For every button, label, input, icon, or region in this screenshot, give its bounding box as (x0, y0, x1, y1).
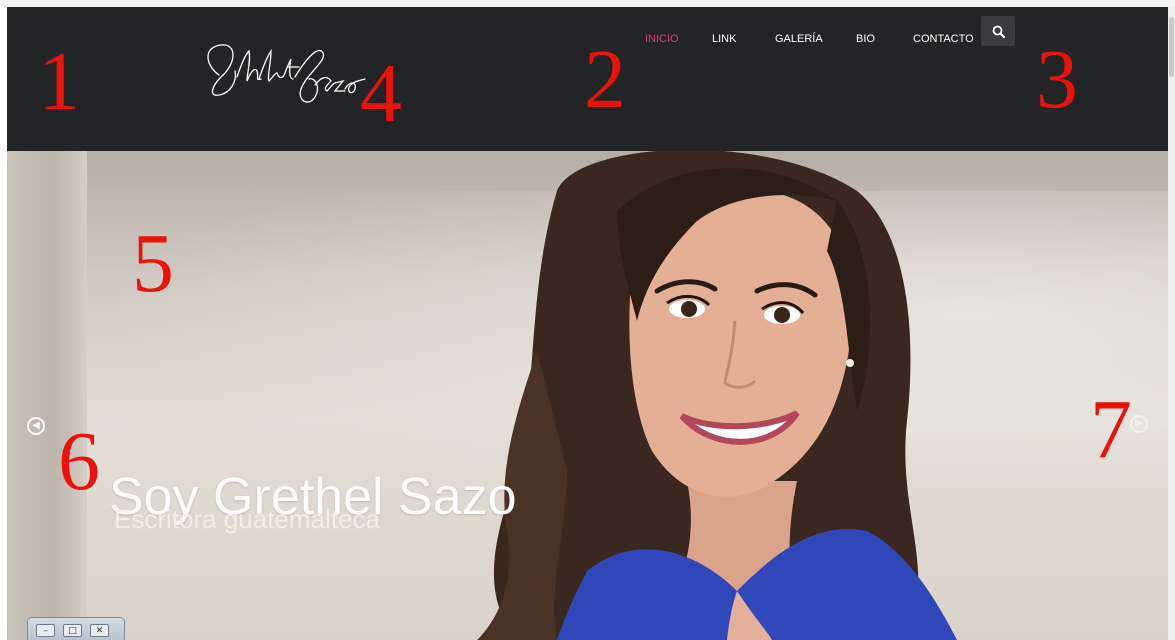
annotation-7: 7 (1090, 383, 1132, 476)
hero-slider: ◀ ▶ Soy Grethel Sazo Escritora guatemalt… (7, 151, 1168, 640)
annotation-2: 2 (584, 33, 626, 126)
nav-item-inicio[interactable]: INICIO (645, 33, 679, 45)
annotation-6: 6 (58, 415, 100, 508)
site-logo[interactable] (197, 37, 367, 117)
hero-background-pillar (7, 151, 87, 640)
annotation-3: 3 (1036, 33, 1078, 126)
maximize-icon[interactable]: □ (63, 624, 82, 637)
hero-subtitle: Escritora guatemalteca (114, 504, 380, 534)
page-scrollbar[interactable] (1168, 7, 1175, 640)
search-button[interactable] (981, 16, 1015, 46)
nav-item-galeria[interactable]: GALERÍA (775, 33, 823, 45)
signature-logo-icon (207, 44, 366, 103)
search-icon (992, 25, 1005, 38)
top-strip (0, 0, 1175, 7)
hero-portrait-image (437, 151, 997, 640)
close-icon[interactable]: ✕ (90, 624, 109, 637)
nav-item-contacto[interactable]: CONTACTO (913, 33, 974, 45)
slider-next-button[interactable]: ▶ (1130, 415, 1148, 433)
scrollbar-thumb[interactable] (1169, 17, 1174, 77)
minimize-icon[interactable]: – (36, 624, 55, 637)
slider-prev-button[interactable]: ◀ (27, 417, 45, 435)
minimized-window-titlebar[interactable]: – □ ✕ (27, 617, 125, 640)
annotation-5: 5 (132, 217, 174, 310)
annotation-4: 4 (360, 47, 402, 140)
nav-item-link[interactable]: LINK (712, 33, 736, 45)
nav-item-bio[interactable]: BIO (856, 33, 875, 45)
arrow-right-circle-icon: ▶ (1135, 418, 1143, 429)
annotation-1: 1 (38, 35, 80, 128)
arrow-left-circle-icon: ◀ (32, 420, 40, 431)
